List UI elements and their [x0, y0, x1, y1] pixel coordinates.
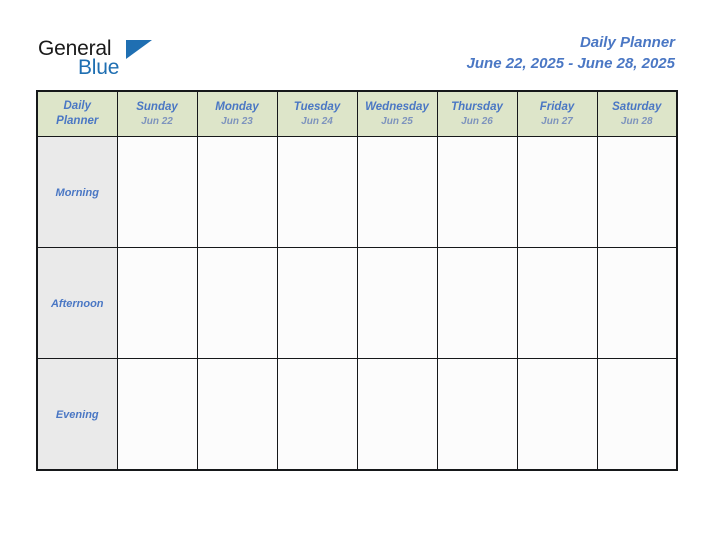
- slot-evening-thursday[interactable]: [436, 358, 518, 470]
- slot-morning-wednesday[interactable]: [356, 136, 438, 248]
- column-header-thursday: Thursday Jun 26: [436, 90, 518, 137]
- column-header-saturday: Saturday Jun 28: [596, 90, 678, 137]
- slot-afternoon-wednesday[interactable]: [356, 247, 438, 359]
- column-header-friday: Friday Jun 27: [516, 90, 598, 137]
- brand-logo: General Blue: [38, 38, 218, 82]
- day-name-monday: Monday: [215, 100, 259, 113]
- day-name-wednesday: Wednesday: [365, 100, 429, 113]
- column-header-wednesday: Wednesday Jun 25: [356, 90, 438, 137]
- row-label-evening: Evening: [36, 358, 118, 470]
- date-range-subtitle: June 22, 2025 - June 28, 2025: [466, 55, 675, 72]
- slot-afternoon-saturday[interactable]: [596, 247, 678, 359]
- row-label-morning-text: Morning: [55, 187, 99, 199]
- slot-afternoon-sunday[interactable]: [116, 247, 198, 359]
- day-name-tuesday: Tuesday: [293, 100, 341, 113]
- planner-table: Daily Planner Sunday Jun 22 Monday Jun 2…: [36, 90, 678, 471]
- planner-table-container: Daily Planner Sunday Jun 22 Monday Jun 2…: [36, 90, 678, 471]
- day-date-wednesday: Jun 25: [381, 115, 413, 127]
- slot-evening-saturday[interactable]: [596, 358, 678, 470]
- day-date-thursday: Jun 26: [461, 115, 493, 127]
- slot-afternoon-tuesday[interactable]: [276, 247, 358, 359]
- planner-table-head: Daily Planner Sunday Jun 22 Monday Jun 2…: [36, 90, 678, 137]
- slot-morning-saturday[interactable]: [596, 136, 678, 248]
- day-name-thursday: Thursday: [451, 100, 503, 113]
- table-row-afternoon: Afternoon: [36, 247, 678, 359]
- planner-header-row: Daily Planner Sunday Jun 22 Monday Jun 2…: [36, 90, 678, 137]
- corner-label-line2: Planner: [56, 115, 99, 127]
- slot-afternoon-thursday[interactable]: [436, 247, 518, 359]
- day-name-sunday: Sunday: [136, 100, 178, 113]
- column-header-monday: Monday Jun 23: [196, 90, 278, 137]
- column-header-sunday: Sunday Jun 22: [116, 90, 198, 137]
- slot-afternoon-friday[interactable]: [516, 247, 598, 359]
- brand-triangle-icon: [126, 40, 152, 59]
- day-date-monday: Jun 23: [221, 115, 253, 127]
- row-label-evening-text: Evening: [55, 408, 99, 421]
- day-date-saturday: Jun 28: [620, 115, 653, 127]
- table-row-evening: Evening: [36, 358, 678, 470]
- slot-morning-monday[interactable]: [196, 136, 278, 248]
- brand-name-blue: Blue: [78, 56, 120, 79]
- slot-evening-wednesday[interactable]: [356, 358, 438, 470]
- day-date-friday: Jun 27: [541, 115, 573, 127]
- slot-evening-monday[interactable]: [196, 358, 278, 470]
- day-date-sunday: Jun 22: [141, 115, 173, 127]
- slot-evening-friday[interactable]: [516, 358, 598, 470]
- slot-afternoon-monday[interactable]: [196, 247, 278, 359]
- table-row-morning: Morning: [36, 136, 678, 248]
- slot-morning-friday[interactable]: [516, 136, 598, 248]
- row-label-morning: Morning: [36, 136, 118, 248]
- planner-table-body: Morning Afternoon Evening: [36, 136, 678, 470]
- page-title: Daily Planner: [579, 34, 675, 51]
- slot-evening-sunday[interactable]: [116, 358, 198, 470]
- day-name-friday: Friday: [539, 100, 575, 113]
- day-name-saturday: Saturday: [612, 100, 662, 113]
- row-label-afternoon: Afternoon: [36, 247, 118, 359]
- row-label-afternoon-text: Afternoon: [50, 298, 104, 310]
- daily-planner-page: General Blue Daily Planner June 22, 2025…: [0, 0, 712, 550]
- slot-morning-tuesday[interactable]: [276, 136, 358, 248]
- corner-label-line1: Daily: [63, 100, 92, 112]
- document-title-block: Daily Planner June 22, 2025 - June 28, 2…: [467, 33, 675, 75]
- column-header-tuesday: Tuesday Jun 24: [276, 90, 358, 137]
- page-header: General Blue Daily Planner June 22, 2025…: [0, 0, 712, 88]
- slot-morning-thursday[interactable]: [436, 136, 518, 248]
- day-date-tuesday: Jun 24: [301, 115, 333, 127]
- slot-morning-sunday[interactable]: [116, 136, 198, 248]
- table-corner-cell: Daily Planner: [36, 90, 118, 137]
- slot-evening-tuesday[interactable]: [276, 358, 358, 470]
